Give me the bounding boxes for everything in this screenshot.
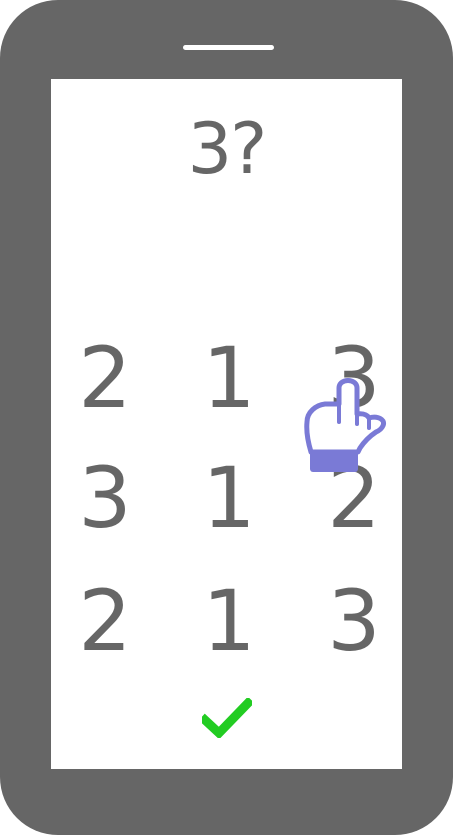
digit-cell[interactable]: 3 — [294, 571, 414, 671]
digit-cell[interactable]: 1 — [169, 328, 289, 428]
phone-speaker — [183, 45, 274, 50]
digit-cell[interactable]: 2 — [45, 328, 165, 428]
check-icon — [198, 696, 255, 740]
confirm-button[interactable] — [198, 696, 255, 740]
digit-cell[interactable]: 1 — [169, 448, 289, 548]
digit-cell[interactable]: 1 — [169, 571, 289, 671]
pointing-hand-icon — [302, 372, 392, 476]
digit-cell[interactable]: 2 — [45, 571, 165, 671]
question-prompt: 3? — [187, 108, 268, 190]
digit-cell[interactable]: 3 — [45, 448, 165, 548]
